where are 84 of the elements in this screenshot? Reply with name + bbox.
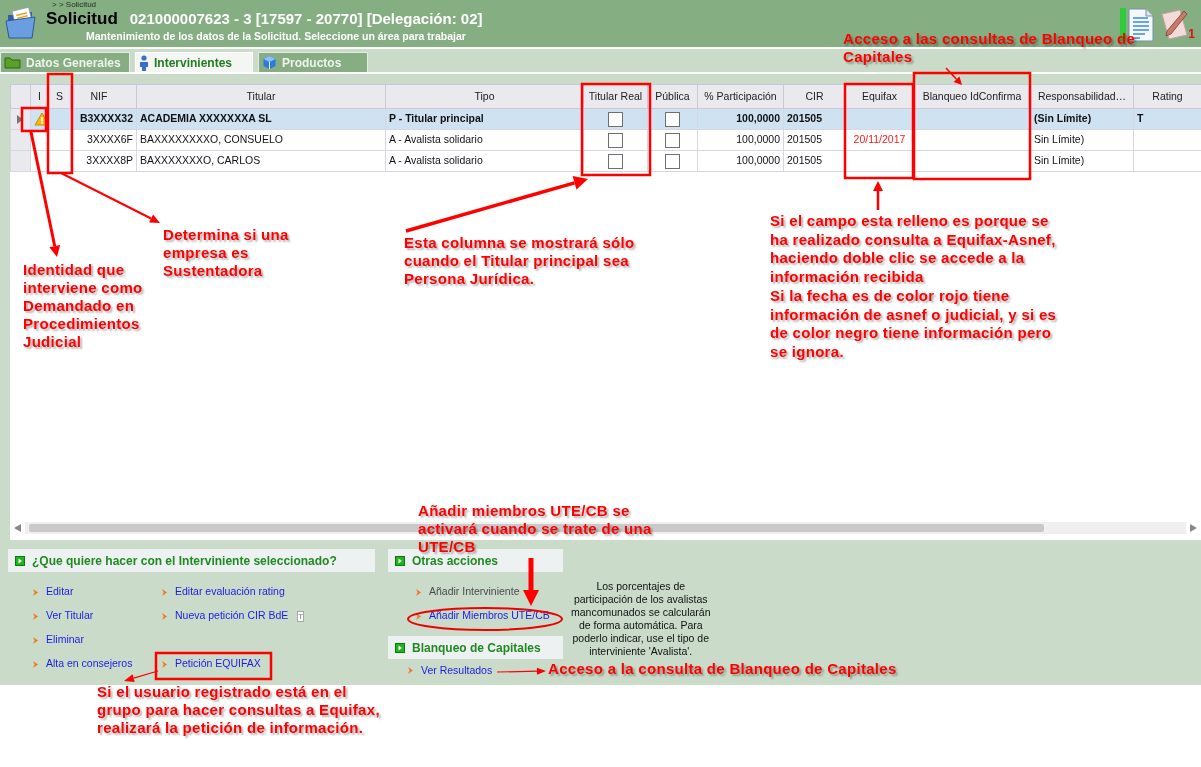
action-link[interactable]: Petición EQUIFAX [162, 656, 261, 672]
column-header[interactable]: S [48, 84, 71, 109]
annotation-arrow [873, 181, 883, 210]
tab[interactable]: Intervinientes [135, 52, 253, 72]
checkbox[interactable] [608, 111, 623, 127]
scroll-left-icon[interactable] [14, 524, 21, 532]
chevron-icon [162, 660, 167, 668]
action-link[interactable]: Ver Titular [33, 608, 94, 624]
chevron-icon [416, 612, 421, 620]
folder-icon [4, 56, 21, 69]
table-row[interactable]: 3XXXX6F BAXXXXXXXXO, CONSUELO A - Avalista solidario 100,0000 201505 20/11/2017 Sin Límite) [10, 129, 1201, 151]
breadcrumb[interactable]: > > Solicitud [46, 0, 97, 9]
annotation-text: Identidad que interviene como Demandado en Procedimientos Judicial [23, 261, 143, 351]
action-link[interactable]: Editar [33, 584, 74, 600]
column-header[interactable]: NIF [70, 84, 137, 109]
annotation-text: Si el campo esta relleno es porque se ha realizado consulta a Equifax-Asnef, haciendo doble clic se accede a la información recibida [770, 212, 1056, 287]
annotation-text: Esta columna se mostrará sólo cuando el Titular principal sea Persona Jurídica. [404, 234, 635, 288]
annotation-arrow [124, 670, 159, 682]
annotation-arrow [945, 67, 962, 85]
chevron-icon [162, 612, 167, 620]
checkbox[interactable] [665, 153, 680, 169]
column-header[interactable]: Titular [136, 84, 386, 109]
action-link[interactable]: Eliminar [33, 632, 84, 648]
chevron-icon [33, 588, 38, 596]
current-row-icon [17, 114, 23, 124]
annotation-text: Determina si una empresa es Sustentadora [163, 226, 289, 280]
triangle-square-icon [395, 642, 405, 653]
table-cell: BAXXXXXXXO, CARLOS [136, 150, 386, 172]
column-header[interactable]: Tipo [385, 84, 584, 109]
page-title: Solicitud [46, 9, 118, 29]
section-title: Blanqueo de Capitales [412, 639, 541, 657]
column-header[interactable]: Rating [1133, 84, 1201, 109]
folder-icon [5, 6, 39, 40]
table-cell: 100,0000 [697, 129, 784, 151]
scroll-right-icon[interactable] [1190, 524, 1197, 532]
chevron-icon [33, 660, 38, 668]
chevron-icon [416, 588, 421, 596]
column-header[interactable]: Pública [647, 84, 698, 109]
checkbox[interactable] [665, 132, 680, 148]
chevron-icon [162, 588, 167, 596]
column-header[interactable]: Responsabilidad… [1030, 84, 1134, 109]
column-header[interactable]: CIR [783, 84, 846, 109]
checkbox[interactable] [608, 132, 623, 148]
table-cell: Sin Límite) [1030, 150, 1134, 172]
triangle-square-icon [395, 555, 405, 566]
triangle-square-icon [15, 555, 25, 566]
cube-icon [262, 55, 277, 70]
info-note: Los porcentajes de participación de los avalistas mancomunados se calcularán de forma automática. Para poderlo indicar, use el tipo de interviniente 'Avalista'. [571, 580, 711, 658]
annotation-text: Acceso a la consulta de Blanqueo de Capitales [548, 660, 897, 678]
table-cell: 3XXXX8P [70, 150, 137, 172]
annotation-text: Si la fecha es de color rojo tiene información de asnef o judicial, y si es de color negro tiene información pero se ignora. [770, 287, 1057, 362]
table-cell: A - Avalista solidario [385, 150, 584, 172]
annotation-text: Acceso a las consultas de Blanqueo de Capitales [843, 30, 1136, 66]
annotation-text: Si el usuario registrado está en el grupo para hacer consultas a Equifax, realizará la petición de información. [97, 683, 380, 737]
annotation-arrow [523, 558, 539, 606]
record-title: 021000007623 - 3 [17597 - 20770] [Delegación: 02] [129, 9, 483, 29]
table-cell: BAXXXXXXXXO, CONSUELO [136, 129, 386, 151]
letter-badge[interactable]: T [297, 610, 305, 622]
checkbox[interactable] [665, 111, 680, 127]
action-link[interactable]: Ver Resultados [408, 662, 493, 679]
action-link[interactable]: Alta en consejeros [33, 656, 133, 672]
chevron-icon [408, 667, 413, 674]
scrollbar-thumb[interactable] [29, 524, 1044, 532]
column-header[interactable]: Blanqueo IdConfirma [913, 84, 1031, 109]
table-cell: Sin Límite) [1030, 129, 1134, 151]
action-link[interactable]: Editar evaluación rating [162, 584, 285, 600]
action-link[interactable]: Nueva petición CIR BdE [162, 608, 289, 624]
annotation-arrow [496, 667, 546, 675]
chevron-icon [33, 636, 38, 644]
table-row[interactable]: B3XXXX32 ACADEMIA XXXXXXXA SL P - Titular principal 100,0000 201505 (Sin Límite) T [10, 108, 1201, 130]
notification-count: 1 [1188, 28, 1195, 40]
table-cell: 100,0000 [697, 150, 784, 172]
section-title: ¿Que quiere hacer con el Interviniente seleccionado? [32, 552, 337, 570]
table-cell: ACADEMIA XXXXXXXA SL [136, 108, 386, 130]
table-row[interactable]: 3XXXX8P BAXXXXXXXO, CARLOS A - Avalista solidario 100,0000 201505 Sin Límite) [10, 150, 1201, 172]
page-subtitle: Mantenimiento de los datos de la Solicitud. Seleccione un área para trabajar [86, 30, 466, 43]
scrollbar-track[interactable] [25, 522, 1186, 534]
table-cell: 3XXXX6F [70, 129, 137, 151]
column-header[interactable]: % Participación [697, 84, 784, 109]
chevron-icon [33, 612, 38, 620]
table-cell: A - Avalista solidario [385, 129, 584, 151]
person-icon [139, 54, 149, 71]
pencil-icon[interactable] [1159, 8, 1189, 40]
checkbox[interactable] [608, 153, 623, 169]
